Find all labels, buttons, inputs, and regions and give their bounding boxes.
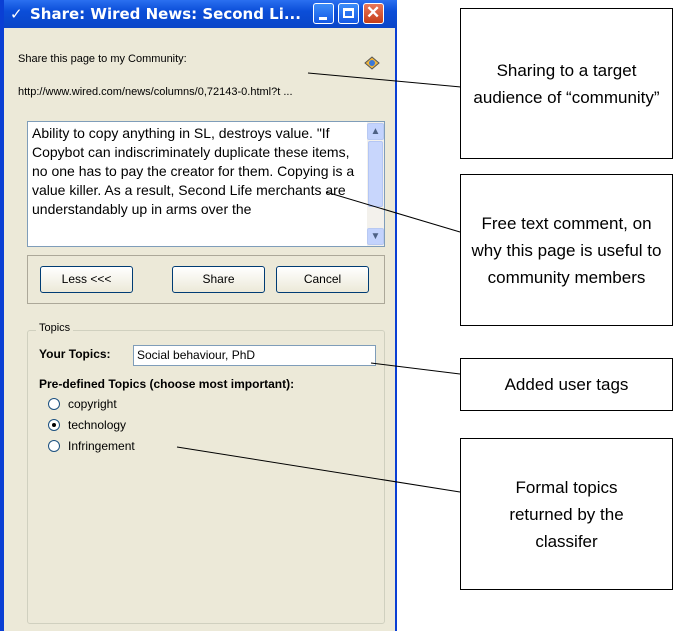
callout-line-community	[307, 72, 462, 88]
annotation-topics: Formal topics returned by the classifer	[460, 438, 673, 590]
annotation-comment-text: Free text comment, on why this page is u…	[471, 213, 662, 287]
callout-line-tags	[370, 362, 461, 375]
callout-line-topics	[176, 446, 461, 493]
callout-line-comment	[325, 191, 461, 233]
annotation-tags: Added user tags	[460, 358, 673, 411]
annotation-topics-text: Formal topics returned by the classifer	[509, 477, 624, 551]
annotation-comment: Free text comment, on why this page is u…	[460, 174, 673, 326]
annotation-community: Sharing to a target audience of “communi…	[460, 8, 673, 159]
annotation-tags-text: Added user tags	[504, 375, 629, 394]
annotation-community-text: Sharing to a target audience of “communi…	[473, 60, 660, 107]
